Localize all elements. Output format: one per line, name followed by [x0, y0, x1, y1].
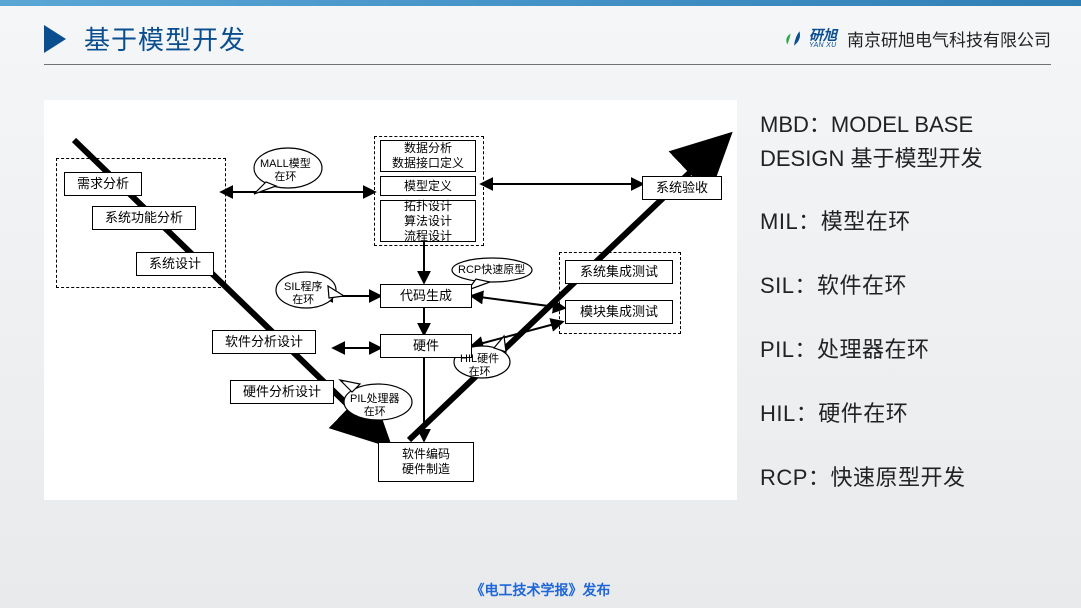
box-code-gen: 代码生成 — [380, 284, 472, 308]
callout-hil-label: HIL硬件 在环 — [460, 353, 499, 378]
legend-item-hil: HIL：硬件在环 — [760, 396, 1055, 428]
legend-list: MIL：模型在环 SIL：软件在环 PIL：处理器在环 HIL：硬件在环 RCP… — [760, 204, 1055, 492]
box-model-def: 模型定义 — [380, 176, 476, 196]
legend-item-rcp: RCP：快速原型开发 — [760, 460, 1055, 492]
logo-text: 研旭 YAN XU — [809, 28, 837, 49]
top-accent-bar — [0, 0, 1081, 6]
logo-mark-icon — [783, 28, 805, 50]
company-name: 南京研旭电气科技有限公司 — [847, 26, 1051, 51]
box-sys-accept: 系统验收 — [642, 176, 722, 200]
callout-rcp-label: RCP快速原型 — [458, 264, 525, 277]
legend-mbd: MBD：MODEL BASE DESIGN 基于模型开发 — [760, 108, 1055, 176]
v-model-diagram: 需求分析 系统功能分析 系统设计 软件分析设计 硬件分析设计 数据分析 数据接口… — [44, 100, 737, 500]
branding: 研旭 YAN XU 南京研旭电气科技有限公司 — [783, 26, 1051, 51]
box-sys-integ-test: 系统集成测试 — [565, 260, 673, 284]
box-mod-integ-test: 模块集成测试 — [565, 300, 673, 324]
box-data-def: 数据分析 数据接口定义 — [380, 140, 476, 172]
slide-title: 基于模型开发 — [84, 20, 246, 57]
logo: 研旭 YAN XU — [783, 28, 837, 50]
footer-text: 《电工技术学报》发布 — [471, 582, 611, 598]
footer: 《电工技术学报》发布 — [0, 580, 1081, 600]
slide: 基于模型开发 研旭 YAN XU 南京研旭电气科技有限公司 — [0, 0, 1081, 608]
legend-item-sil: SIL：软件在环 — [760, 268, 1055, 300]
box-sw-code-hw-mfg: 软件编码 硬件制造 — [378, 442, 474, 482]
box-sw-analysis: 软件分析设计 — [212, 330, 316, 354]
title-triangle-icon — [44, 25, 70, 53]
callout-sil-label: SIL程序 在环 — [284, 281, 323, 306]
header-divider — [44, 64, 1051, 65]
title-block: 基于模型开发 — [44, 20, 246, 57]
box-req-analysis: 需求分析 — [64, 172, 142, 196]
legend-item-pil: PIL：处理器在环 — [760, 332, 1055, 364]
box-hw-analysis: 硬件分析设计 — [230, 380, 334, 404]
box-topo-design: 拓扑设计 算法设计 流程设计 — [380, 200, 476, 242]
box-hardware: 硬件 — [380, 334, 472, 358]
legend: MBD：MODEL BASE DESIGN 基于模型开发 MIL：模型在环 SI… — [760, 108, 1055, 524]
slide-header: 基于模型开发 研旭 YAN XU 南京研旭电气科技有限公司 — [44, 20, 1051, 57]
callout-mall-label: MALL模型 在环 — [260, 158, 311, 183]
box-sys-design: 系统设计 — [136, 252, 214, 276]
callout-pil-label: PIL处理器 在环 — [350, 393, 400, 418]
box-sys-func: 系统功能分析 — [92, 206, 196, 230]
legend-item-mil: MIL：模型在环 — [760, 204, 1055, 236]
logo-zh: 研旭 — [809, 28, 837, 42]
logo-en: YAN XU — [809, 42, 837, 49]
